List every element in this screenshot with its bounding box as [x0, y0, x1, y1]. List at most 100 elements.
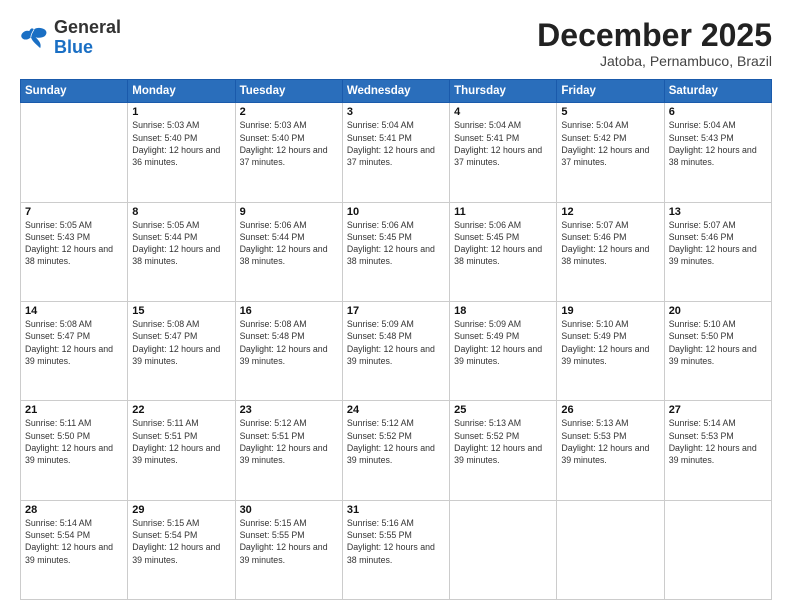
table-row: 5Sunrise: 5:04 AMSunset: 5:42 PMDaylight… [557, 103, 664, 202]
day-info: Sunrise: 5:11 AMSunset: 5:50 PMDaylight:… [25, 417, 123, 466]
day-number: 27 [669, 404, 767, 416]
logo-general-text: General [54, 17, 121, 37]
day-number: 10 [347, 206, 445, 218]
day-info: Sunrise: 5:15 AMSunset: 5:54 PMDaylight:… [132, 517, 230, 566]
col-friday: Friday [557, 80, 664, 103]
table-row: 3Sunrise: 5:04 AMSunset: 5:41 PMDaylight… [342, 103, 449, 202]
day-number: 14 [25, 305, 123, 317]
table-row: 28Sunrise: 5:14 AMSunset: 5:54 PMDayligh… [21, 500, 128, 599]
day-info: Sunrise: 5:06 AMSunset: 5:45 PMDaylight:… [454, 219, 552, 268]
day-info: Sunrise: 5:13 AMSunset: 5:52 PMDaylight:… [454, 417, 552, 466]
table-row: 4Sunrise: 5:04 AMSunset: 5:41 PMDaylight… [450, 103, 557, 202]
table-row: 17Sunrise: 5:09 AMSunset: 5:48 PMDayligh… [342, 301, 449, 400]
day-number: 31 [347, 504, 445, 516]
day-info: Sunrise: 5:06 AMSunset: 5:44 PMDaylight:… [240, 219, 338, 268]
day-info: Sunrise: 5:12 AMSunset: 5:51 PMDaylight:… [240, 417, 338, 466]
day-number: 23 [240, 404, 338, 416]
logo-text: General Blue [54, 18, 121, 58]
table-row: 15Sunrise: 5:08 AMSunset: 5:47 PMDayligh… [128, 301, 235, 400]
day-info: Sunrise: 5:10 AMSunset: 5:50 PMDaylight:… [669, 318, 767, 367]
table-row: 23Sunrise: 5:12 AMSunset: 5:51 PMDayligh… [235, 401, 342, 500]
table-row: 30Sunrise: 5:15 AMSunset: 5:55 PMDayligh… [235, 500, 342, 599]
table-row: 31Sunrise: 5:16 AMSunset: 5:55 PMDayligh… [342, 500, 449, 599]
day-number: 24 [347, 404, 445, 416]
table-row: 10Sunrise: 5:06 AMSunset: 5:45 PMDayligh… [342, 202, 449, 301]
day-info: Sunrise: 5:06 AMSunset: 5:45 PMDaylight:… [347, 219, 445, 268]
day-number: 11 [454, 206, 552, 218]
day-number: 15 [132, 305, 230, 317]
logo-blue-text: Blue [54, 37, 93, 57]
day-info: Sunrise: 5:14 AMSunset: 5:54 PMDaylight:… [25, 517, 123, 566]
col-monday: Monday [128, 80, 235, 103]
day-number: 7 [25, 206, 123, 218]
calendar-title: December 2025 [537, 18, 772, 53]
day-info: Sunrise: 5:11 AMSunset: 5:51 PMDaylight:… [132, 417, 230, 466]
table-row: 8Sunrise: 5:05 AMSunset: 5:44 PMDaylight… [128, 202, 235, 301]
col-thursday: Thursday [450, 80, 557, 103]
calendar-header-row: Sunday Monday Tuesday Wednesday Thursday… [21, 80, 772, 103]
table-row: 19Sunrise: 5:10 AMSunset: 5:49 PMDayligh… [557, 301, 664, 400]
day-number: 13 [669, 206, 767, 218]
day-info: Sunrise: 5:04 AMSunset: 5:41 PMDaylight:… [347, 119, 445, 168]
day-number: 20 [669, 305, 767, 317]
day-number: 30 [240, 504, 338, 516]
day-number: 1 [132, 106, 230, 118]
table-row: 12Sunrise: 5:07 AMSunset: 5:46 PMDayligh… [557, 202, 664, 301]
calendar-table: Sunday Monday Tuesday Wednesday Thursday… [20, 79, 772, 600]
table-row: 18Sunrise: 5:09 AMSunset: 5:49 PMDayligh… [450, 301, 557, 400]
day-info: Sunrise: 5:15 AMSunset: 5:55 PMDaylight:… [240, 517, 338, 566]
table-row [557, 500, 664, 599]
day-number: 17 [347, 305, 445, 317]
day-number: 22 [132, 404, 230, 416]
col-saturday: Saturday [664, 80, 771, 103]
header: General Blue December 2025 Jatoba, Perna… [20, 18, 772, 69]
table-row: 6Sunrise: 5:04 AMSunset: 5:43 PMDaylight… [664, 103, 771, 202]
day-number: 5 [561, 106, 659, 118]
day-info: Sunrise: 5:14 AMSunset: 5:53 PMDaylight:… [669, 417, 767, 466]
col-tuesday: Tuesday [235, 80, 342, 103]
day-info: Sunrise: 5:08 AMSunset: 5:48 PMDaylight:… [240, 318, 338, 367]
day-number: 19 [561, 305, 659, 317]
day-number: 28 [25, 504, 123, 516]
table-row: 11Sunrise: 5:06 AMSunset: 5:45 PMDayligh… [450, 202, 557, 301]
table-row: 22Sunrise: 5:11 AMSunset: 5:51 PMDayligh… [128, 401, 235, 500]
day-number: 3 [347, 106, 445, 118]
table-row: 9Sunrise: 5:06 AMSunset: 5:44 PMDaylight… [235, 202, 342, 301]
col-sunday: Sunday [21, 80, 128, 103]
day-info: Sunrise: 5:08 AMSunset: 5:47 PMDaylight:… [132, 318, 230, 367]
table-row: 14Sunrise: 5:08 AMSunset: 5:47 PMDayligh… [21, 301, 128, 400]
table-row: 16Sunrise: 5:08 AMSunset: 5:48 PMDayligh… [235, 301, 342, 400]
table-row: 7Sunrise: 5:05 AMSunset: 5:43 PMDaylight… [21, 202, 128, 301]
day-number: 9 [240, 206, 338, 218]
day-number: 12 [561, 206, 659, 218]
day-info: Sunrise: 5:04 AMSunset: 5:41 PMDaylight:… [454, 119, 552, 168]
day-number: 4 [454, 106, 552, 118]
table-row: 13Sunrise: 5:07 AMSunset: 5:46 PMDayligh… [664, 202, 771, 301]
day-info: Sunrise: 5:16 AMSunset: 5:55 PMDaylight:… [347, 517, 445, 566]
table-row: 27Sunrise: 5:14 AMSunset: 5:53 PMDayligh… [664, 401, 771, 500]
table-row: 1Sunrise: 5:03 AMSunset: 5:40 PMDaylight… [128, 103, 235, 202]
day-info: Sunrise: 5:04 AMSunset: 5:43 PMDaylight:… [669, 119, 767, 168]
logo-bird-icon [20, 26, 48, 50]
day-number: 6 [669, 106, 767, 118]
day-number: 18 [454, 305, 552, 317]
logo: General Blue [20, 18, 121, 58]
table-row: 24Sunrise: 5:12 AMSunset: 5:52 PMDayligh… [342, 401, 449, 500]
day-number: 21 [25, 404, 123, 416]
table-row: 2Sunrise: 5:03 AMSunset: 5:40 PMDaylight… [235, 103, 342, 202]
day-info: Sunrise: 5:03 AMSunset: 5:40 PMDaylight:… [132, 119, 230, 168]
table-row [21, 103, 128, 202]
day-number: 26 [561, 404, 659, 416]
table-row [450, 500, 557, 599]
day-info: Sunrise: 5:08 AMSunset: 5:47 PMDaylight:… [25, 318, 123, 367]
day-info: Sunrise: 5:13 AMSunset: 5:53 PMDaylight:… [561, 417, 659, 466]
day-info: Sunrise: 5:03 AMSunset: 5:40 PMDaylight:… [240, 119, 338, 168]
day-info: Sunrise: 5:05 AMSunset: 5:44 PMDaylight:… [132, 219, 230, 268]
day-number: 16 [240, 305, 338, 317]
day-number: 25 [454, 404, 552, 416]
page: General Blue December 2025 Jatoba, Perna… [0, 0, 792, 612]
table-row [664, 500, 771, 599]
day-info: Sunrise: 5:04 AMSunset: 5:42 PMDaylight:… [561, 119, 659, 168]
day-info: Sunrise: 5:05 AMSunset: 5:43 PMDaylight:… [25, 219, 123, 268]
table-row: 25Sunrise: 5:13 AMSunset: 5:52 PMDayligh… [450, 401, 557, 500]
